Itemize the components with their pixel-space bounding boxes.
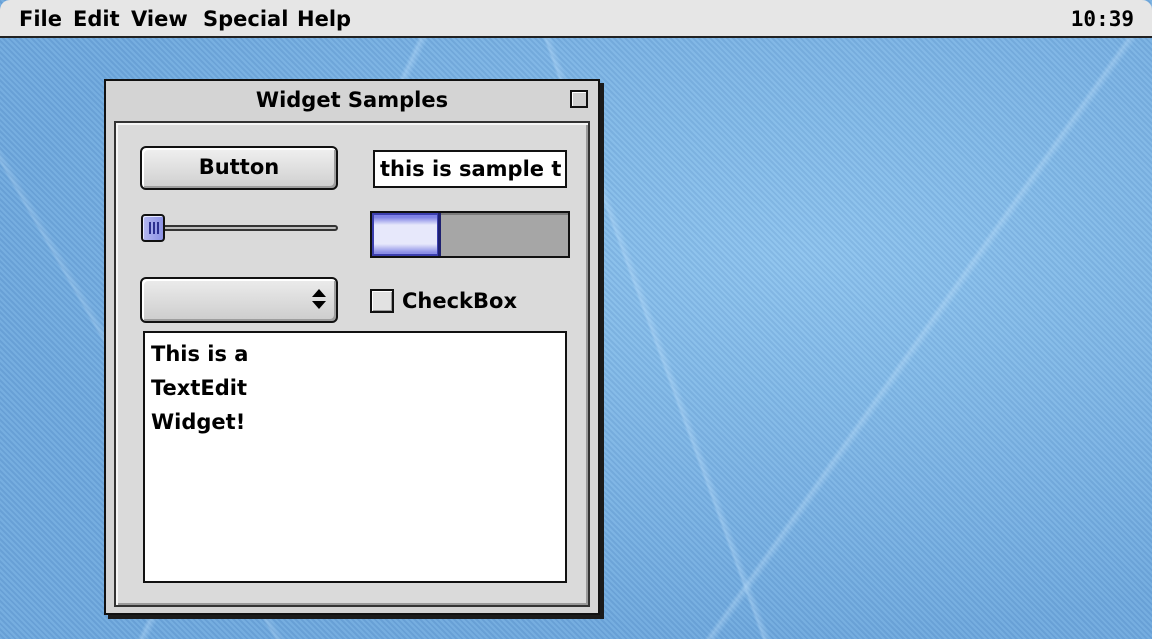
- popup-menu[interactable]: [140, 277, 338, 323]
- text-edit-line: TextEdit: [151, 376, 247, 400]
- window-titlebar[interactable]: Widget Samples: [106, 81, 598, 119]
- widget-samples-window: Widget Samples Button this is sample t C…: [104, 79, 600, 615]
- menu-clock[interactable]: 10:39: [1071, 6, 1134, 32]
- text-edit-line: This is a: [151, 342, 249, 366]
- window-content: Button this is sample t CheckBox This is…: [114, 121, 590, 607]
- menu-edit[interactable]: Edit: [73, 6, 120, 32]
- checkbox-label[interactable]: CheckBox: [402, 287, 517, 315]
- slider-track[interactable]: [142, 225, 338, 231]
- window-title: Widget Samples: [255, 88, 449, 112]
- progress-bar-fill: [372, 213, 441, 256]
- sample-text-field[interactable]: this is sample t: [373, 150, 567, 188]
- menu-special[interactable]: Special: [203, 6, 288, 32]
- zoom-box-icon[interactable]: [570, 90, 588, 108]
- progress-bar: [370, 211, 570, 258]
- menu-bar: File Edit View Special Help 10:39: [0, 0, 1152, 38]
- text-edit-area[interactable]: This is a TextEdit Widget!: [143, 331, 567, 583]
- up-down-arrows-icon: [312, 288, 326, 312]
- sample-checkbox[interactable]: [370, 289, 394, 313]
- slider-grip-icon: [157, 222, 159, 234]
- menu-file[interactable]: File: [19, 6, 62, 32]
- text-edit-line: Widget!: [151, 410, 246, 434]
- menu-help[interactable]: Help: [297, 6, 351, 32]
- sample-button[interactable]: Button: [140, 146, 338, 190]
- menu-view[interactable]: View: [131, 6, 188, 32]
- slider-grip-icon: [149, 222, 151, 234]
- slider-grip-icon: [153, 222, 155, 234]
- slider-thumb[interactable]: [141, 214, 165, 242]
